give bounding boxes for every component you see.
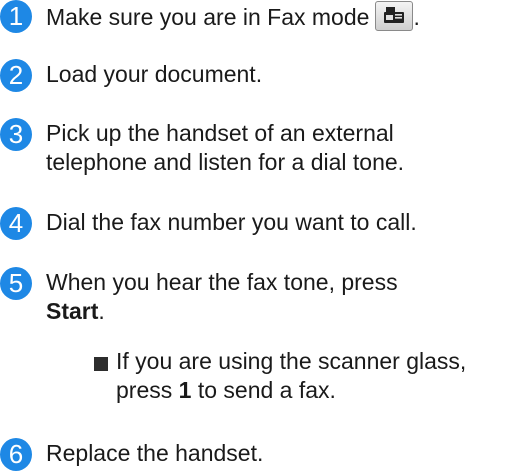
step-3-line-2: telephone and listen for a dial tone. [46, 149, 405, 175]
key-1-label: 1 [178, 377, 192, 403]
substep-text: If you are using the scanner glass, pres… [116, 347, 523, 405]
fax-machine-icon [384, 7, 405, 23]
substep-line-1: If you are using the scanner glass, [116, 348, 467, 374]
step-number-badge: 3 [0, 118, 32, 151]
step-5-line-1: When you hear the fax tone, press [46, 269, 398, 295]
substep-line-2: press 1 to send a fax. [116, 376, 523, 405]
step-text: Pick up the handset of an external telep… [46, 119, 523, 177]
step-text: Replace the handset. [46, 440, 264, 466]
step-1-text: Make sure you are in Fax mode [46, 4, 370, 30]
substep-post: to send a fax. [191, 377, 336, 403]
step-text: Make sure you are in Fax mode. [46, 1, 523, 32]
square-bullet-icon [94, 357, 108, 371]
step-5-line-2: Start. [46, 297, 523, 326]
step-3-line-1: Pick up the handset of an external [46, 120, 394, 146]
step-text: Load your document. [46, 61, 263, 87]
step-number-badge: 6 [0, 438, 32, 471]
step-number-badge: 1 [0, 0, 32, 33]
step-number-badge: 2 [0, 59, 32, 92]
substep-pre: press [116, 377, 179, 403]
step-text: Dial the fax number you want to call. [46, 209, 417, 235]
step-number-badge: 4 [0, 207, 32, 240]
fax-mode-button [375, 1, 414, 31]
step-text: When you hear the fax tone, press Start. [46, 268, 523, 326]
step-1-suffix: . [413, 4, 420, 30]
step-number-badge: 5 [0, 267, 32, 300]
start-key-label: Start [46, 298, 99, 324]
step-5-period: . [98, 298, 105, 324]
